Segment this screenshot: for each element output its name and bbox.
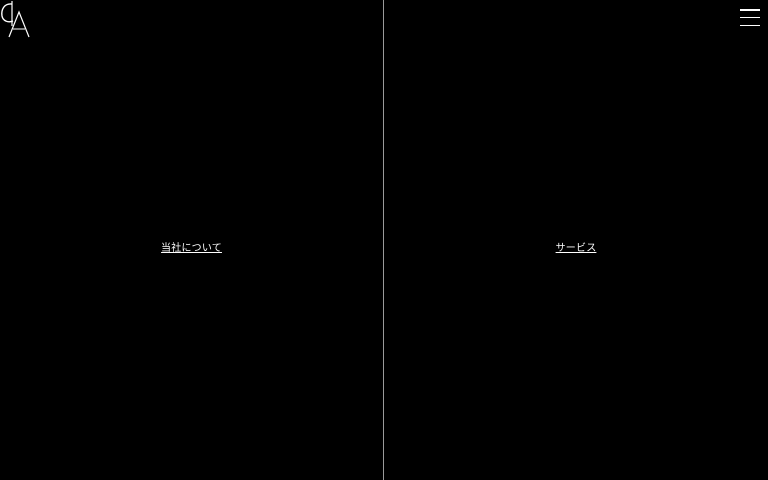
page: 当社について サービス: [0, 0, 768, 480]
panel-services[interactable]: サービス: [384, 0, 768, 480]
panel-about[interactable]: 当社について: [0, 0, 383, 480]
about-link[interactable]: 当社について: [161, 239, 222, 254]
services-link[interactable]: サービス: [556, 239, 597, 254]
